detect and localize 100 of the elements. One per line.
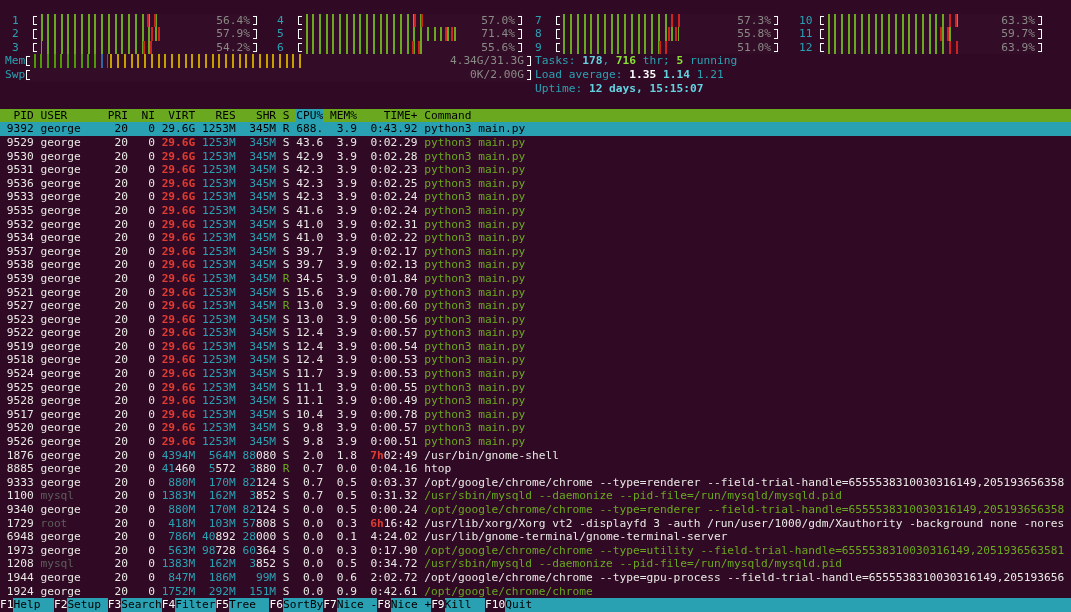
table-cell-text: 1.8	[335, 448, 357, 463]
table-cell: 98728	[202, 543, 236, 558]
column-header[interactable]: S	[282, 108, 290, 123]
process-row[interactable]: 1944 george 20 0 847M 186M 99M S 0.0 0.6 2:02.72 /opt/google/chrome/chrome --type=gpu-process --field-trial-handle=6555538310030316149,205193656	[0, 570, 1071, 585]
process-row[interactable]: 9519 george 20 0 29.6G 1253M 345M S 12.4 3.9 0:00.54 python3 main.py	[0, 339, 1071, 354]
process-row[interactable]: 9522 george 20 0 29.6G 1253M 345M S 12.4 3.9 0:00.57 python3 main.py	[0, 326, 1071, 340]
process-row[interactable]: 9528 george 20 0 29.6G 1253M 345M S 11.1 3.9 0:00.49 python3 main.py	[0, 394, 1071, 408]
table-cell-text: 0	[147, 122, 155, 136]
process-row[interactable]: 9517 george 20 0 29.6G 1253M 345M S 10.4 3.9 0:00.78 python3 main.py	[0, 407, 1071, 422]
table-cell-text: 0	[147, 285, 155, 300]
table-cell-text: 20	[113, 258, 128, 272]
process-row[interactable]: 9533 george 20 0 29.6G 1253M 345M S 42.3 3.9 0:02.24 python3 main.py	[0, 190, 1071, 204]
table-cell: 34.5	[296, 271, 324, 286]
table-cell-text: 0	[147, 258, 155, 272]
table-cell-text: 20	[113, 353, 128, 368]
table-cell-text: 20	[113, 149, 128, 164]
table-cell-text: 0:03.37	[369, 475, 418, 490]
process-row[interactable]: 1100 mysql 20 0 1383M 162M 3852 S 0.7 0.5 0:31.32 /usr/sbin/mysqld --daemonize --pid-file=/run/mysqld/mysqld.pid	[0, 489, 1071, 503]
process-row[interactable]: 9534 george 20 0 29.6G 1253M 345M S 41.0 3.9 0:02.22 python3 main.py	[0, 231, 1071, 245]
column-header[interactable]: PID	[0, 108, 34, 123]
table-cell-text: 1100	[5, 489, 34, 503]
process-row[interactable]: 9539 george 20 0 29.6G 1253M 345M R 34.5 3.9 0:01.84 python3 main.py	[0, 271, 1071, 286]
process-row[interactable]: 9530 george 20 0 29.6G 1253M 345M S 42.9 3.9 0:02.28 python3 main.py	[0, 149, 1071, 164]
process-row[interactable]: 9529 george 20 0 29.6G 1253M 345M S 43.6 3.9 0:02.29 python3 main.py	[0, 135, 1071, 150]
table-cell: 1253M	[202, 380, 236, 395]
table-cell-text: python3 main.py	[424, 339, 527, 354]
table-cell: 1253M	[202, 407, 236, 422]
table-cell: 82124	[242, 503, 277, 517]
process-row[interactable]: 9518 george 20 0 29.6G 1253M 345M S 12.4 3.9 0:00.53 python3 main.py	[0, 353, 1071, 368]
process-row[interactable]: 9526 george 20 0 29.6G 1253M 345M S 9.8 3.9 0:00.51 python3 main.py	[0, 435, 1071, 449]
column-header[interactable]: SHR	[242, 108, 277, 123]
table-cell-text: 0	[147, 271, 155, 286]
table-cell-text: 0.0	[302, 503, 324, 517]
table-cell-text: 9392	[5, 122, 34, 136]
table-cell-text: 345M	[248, 258, 277, 272]
table-cell: 1253M	[202, 244, 236, 259]
process-row[interactable]: 9524 george 20 0 29.6G 1253M 345M S 11.7 3.9 0:00.53 python3 main.py	[0, 367, 1071, 381]
table-cell-text: 20	[113, 203, 128, 218]
process-row[interactable]: 8885 george 20 0 41460 5572 3880 R 0.7 0.0 0:04.16 htop	[0, 462, 1071, 476]
column-header[interactable]: CPU%	[296, 108, 324, 123]
column-header[interactable]: USER	[40, 108, 101, 123]
table-cell-text: 345M	[248, 244, 277, 259]
table-cell-text: 0:02.22	[369, 231, 418, 245]
meter-value: 55.8%	[737, 27, 771, 41]
process-row[interactable]: 9523 george 20 0 29.6G 1253M 345M S 13.0 3.9 0:00.56 python3 main.py	[0, 312, 1071, 327]
column-header[interactable]: VIRT	[161, 108, 196, 123]
process-row[interactable]: 1973 george 20 0 563M 98728 60364 S 0.0 0.3 0:17.90 /opt/google/chrome/chrome --type=utility --field-trial-handle=6555538310030316149,2051936563581	[0, 543, 1071, 558]
process-row[interactable]: 9340 george 20 0 880M 170M 82124 S 0.0 0.5 0:00.24 /opt/google/chrome/chrome --type=renderer --field-trial-handle=6555538310030316149,205193656358	[0, 503, 1071, 517]
process-row[interactable]: 9392 george 20 0 29.6G 1253M 345M R 688. 3.9 0:43.92 python3 main.py	[0, 122, 1071, 136]
meter-value: 4.34G/31.3G	[449, 54, 524, 68]
table-cell-text: 0	[147, 380, 155, 395]
process-row[interactable]: 1876 george 20 0 4394M 564M 88080 S 2.0 1.8 7h02:49 /usr/bin/gnome-shell	[0, 448, 1071, 463]
table-cell: 1253M	[202, 135, 236, 150]
table-cell: S	[282, 489, 290, 503]
table-cell: 29.6G	[161, 231, 196, 245]
process-row[interactable]: 9531 george 20 0 29.6G 1253M 345M S 42.3 3.9 0:02.23 python3 main.py	[0, 163, 1071, 177]
process-row[interactable]: 9535 george 20 0 29.6G 1253M 345M S 41.6 3.9 0:02.24 python3 main.py	[0, 203, 1071, 218]
table-cell-text: 3.9	[335, 353, 357, 368]
column-header[interactable]: Command	[424, 108, 1071, 123]
table-cell: S	[282, 244, 290, 259]
table-cell-text: 345M	[248, 190, 277, 204]
uptime: Uptime: 12 days, 15:15:07	[535, 81, 705, 96]
process-row[interactable]: 1924 george 20 0 1752M 292M 151M S 0.0 0.9 0:42.61 /opt/google/chrome/chrome	[0, 584, 1071, 599]
column-header[interactable]: PRI	[107, 108, 128, 123]
table-cell-text: george	[40, 231, 82, 245]
process-row[interactable]: 9521 george 20 0 29.6G 1253M 345M S 15.6 3.9 0:00.70 python3 main.py	[0, 285, 1071, 300]
table-cell: 688.	[296, 122, 324, 136]
table-cell-text: 345M	[248, 271, 277, 286]
table-cell: 15.6	[296, 285, 324, 300]
table-cell: 29.6G	[161, 339, 196, 354]
table-cell-text: 418M	[167, 516, 196, 531]
table-cell-text: george	[40, 394, 82, 408]
process-row[interactable]: 9532 george 20 0 29.6G 1253M 345M S 41.0 3.9 0:02.31 python3 main.py	[0, 217, 1071, 232]
process-row[interactable]: 9537 george 20 0 29.6G 1253M 345M S 39.7 3.9 0:02.17 python3 main.py	[0, 244, 1071, 259]
column-header[interactable]: NI	[134, 108, 155, 123]
meter-value: 51.0%	[737, 40, 771, 55]
column-header[interactable]: RES	[202, 108, 236, 123]
table-cell: 29.6G	[161, 122, 196, 136]
process-row[interactable]: 9527 george 20 0 29.6G 1253M 345M R 13.0 3.9 0:00.60 python3 main.py	[0, 299, 1071, 313]
column-header[interactable]: TIME+	[363, 108, 418, 123]
process-row[interactable]: 9333 george 20 0 880M 170M 82124 S 0.7 0.5 0:03.37 /opt/google/chrome/chrome --type=renderer --field-trial-handle=6555538310030316149,205193656358	[0, 475, 1071, 490]
process-row[interactable]: 9538 george 20 0 29.6G 1253M 345M S 39.7 3.9 0:02.13 python3 main.py	[0, 258, 1071, 272]
process-row[interactable]: 6948 george 20 0 786M 40892 28000 S 0.0 0.1 4:24.02 /usr/lib/gnome-terminal/gnome-terminal-server	[0, 530, 1071, 544]
table-cell-text: 3.9	[335, 380, 357, 395]
table-cell-text: 20	[113, 489, 128, 503]
process-row[interactable]: 9525 george 20 0 29.6G 1253M 345M S 11.1 3.9 0:00.55 python3 main.py	[0, 380, 1071, 395]
table-cell-text: 20	[113, 570, 128, 585]
table-cell-text: 0	[147, 530, 155, 544]
table-cell-text: 3.9	[335, 231, 357, 245]
table-cell-text: 0:43.92	[369, 122, 418, 136]
process-row[interactable]: 9536 george 20 0 29.6G 1253M 345M S 42.3 3.9 0:02.25 python3 main.py	[0, 176, 1071, 191]
table-cell: 1253M	[202, 326, 236, 340]
column-header[interactable]: MEM%	[330, 108, 357, 123]
process-row[interactable]: 1208 mysql 20 0 1383M 162M 3852 S 0.0 0.5 0:34.72 /usr/sbin/mysqld --daemonize --pid-file=/run/mysqld/mysqld.pid	[0, 557, 1071, 571]
table-cell-text: 0	[147, 231, 155, 245]
table-cell-text: 345M	[248, 122, 277, 136]
table-cell-text: 0	[147, 394, 155, 408]
table-cell-text: /opt/google/chrome/chrome --type=renderer --field-trial-handle=6555538310030316149,205193656358	[424, 503, 1066, 517]
process-row[interactable]: 1729 root 20 0 418M 103M 57808 S 0.0 0.3 6h16:42 /usr/lib/xorg/Xorg vt2 -displayfd 3 -auth /run/user/1000/gdm/Xauthority -background none -nores	[0, 516, 1071, 531]
process-row[interactable]: 9520 george 20 0 29.6G 1253M 345M S 9.8 3.9 0:00.57 python3 main.py	[0, 421, 1071, 436]
